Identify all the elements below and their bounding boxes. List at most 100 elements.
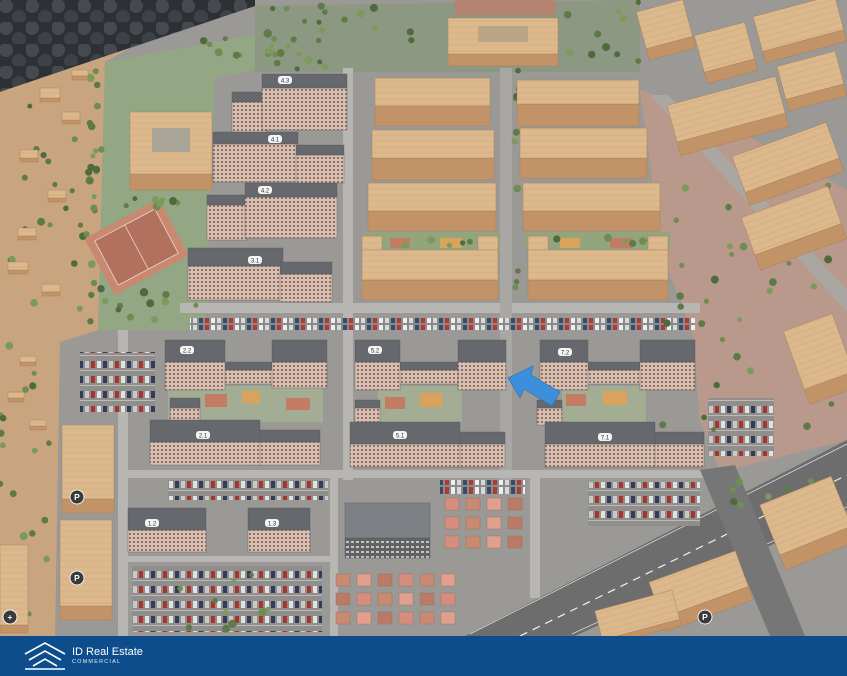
building-7-1-wing <box>651 431 705 468</box>
tree <box>31 370 37 376</box>
tree <box>52 181 58 188</box>
building-facade <box>585 369 643 385</box>
building-facade <box>61 119 81 125</box>
tree <box>316 19 322 25</box>
tree <box>87 318 94 325</box>
tree <box>156 199 164 208</box>
building-roof <box>527 249 669 281</box>
building-roof <box>261 73 348 89</box>
tree <box>276 49 285 57</box>
building-roof <box>61 111 81 121</box>
tree <box>93 81 101 89</box>
tree <box>90 204 98 212</box>
low-rise-house <box>440 611 456 625</box>
tree <box>408 37 415 44</box>
parking-lot-bottom-west <box>132 566 322 632</box>
building-label-text: 4.3 <box>281 78 290 84</box>
tree <box>92 68 99 75</box>
building-facade <box>244 196 338 239</box>
tree <box>317 59 323 65</box>
tree <box>635 58 642 64</box>
cottage <box>19 355 37 367</box>
tree <box>177 585 183 592</box>
playground <box>286 398 310 410</box>
building-roof <box>527 235 549 253</box>
low-rise-house <box>444 516 460 530</box>
tree <box>711 427 716 433</box>
low-rise-house <box>356 611 372 625</box>
tree <box>102 297 109 305</box>
tree <box>90 153 96 159</box>
wood-block-b1 <box>516 79 640 127</box>
building-facade <box>367 210 497 232</box>
building-facade <box>212 143 299 183</box>
tree <box>139 288 149 297</box>
building-facade <box>457 361 507 391</box>
building-facade <box>374 105 491 127</box>
building-label-5-1: 5.1 <box>393 431 407 439</box>
parking-lot-west <box>80 352 155 412</box>
tree <box>616 9 622 15</box>
building-roof <box>47 189 67 199</box>
playground <box>610 238 632 248</box>
tree <box>739 242 748 251</box>
building-5-2-connector <box>397 361 461 385</box>
architectural-model-photo: 4.3 4.1 4.2 3.1 2.2 2.1 5.2 5.1 7.2 7.1 1.2 1.3 P P P + <box>0 0 847 636</box>
low-rise-house <box>335 573 351 587</box>
tree <box>271 36 277 42</box>
building-roof <box>41 283 61 293</box>
low-rise-house <box>444 535 460 549</box>
cottage <box>19 149 39 163</box>
tree <box>8 255 16 263</box>
tree <box>302 18 308 24</box>
building-2-1-wing <box>254 429 321 466</box>
tree <box>45 158 52 165</box>
tree <box>185 624 193 631</box>
building-roof <box>522 182 661 212</box>
building-facade <box>247 529 311 553</box>
tree <box>729 486 736 493</box>
parking-lot-south-east <box>588 482 700 526</box>
building-facade <box>447 53 559 67</box>
tree <box>594 30 602 38</box>
parking-building-north <box>61 424 115 514</box>
low-rise-house <box>507 535 523 549</box>
low-rise-house <box>356 592 372 606</box>
building-facade <box>29 425 47 431</box>
building-facade <box>39 97 61 103</box>
building-roof <box>295 144 345 156</box>
tree <box>710 275 719 284</box>
playground <box>566 394 586 406</box>
building-1-2 <box>127 507 207 553</box>
school-building <box>344 502 431 559</box>
tree <box>63 205 69 212</box>
tree <box>294 66 300 72</box>
wood-block-b4-wing-right <box>647 235 669 253</box>
tree <box>231 577 237 583</box>
building-roof <box>231 91 268 103</box>
tree <box>69 188 75 194</box>
building-facade <box>7 269 29 275</box>
tree <box>513 184 522 193</box>
building-7-2 <box>539 339 589 391</box>
low-rise-house <box>465 516 481 530</box>
building-roof <box>361 249 499 281</box>
tree <box>272 51 278 58</box>
building-facade <box>397 369 461 385</box>
tree <box>269 43 275 48</box>
building-roof <box>371 129 495 159</box>
building-4-2-wing <box>206 194 248 241</box>
tree <box>515 268 521 274</box>
building-label-4-3: 4.3 <box>278 76 292 84</box>
road-horizontal-lower <box>120 556 330 562</box>
tree <box>737 501 744 509</box>
playground <box>242 391 260 403</box>
tree <box>511 138 518 145</box>
road-horizontal-north <box>180 303 700 313</box>
tree <box>733 352 741 361</box>
building-facade <box>295 154 345 184</box>
building-facade <box>129 173 213 191</box>
building-facade <box>19 157 39 163</box>
tree <box>40 152 47 159</box>
tree <box>513 279 520 285</box>
